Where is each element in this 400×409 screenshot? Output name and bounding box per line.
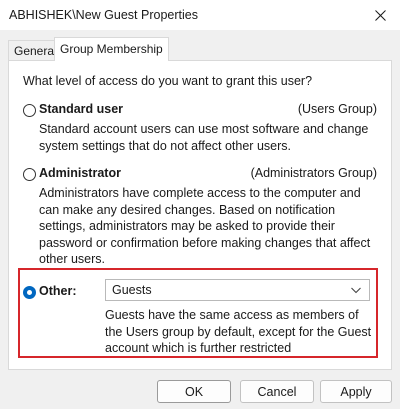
other-label[interactable]: Other: [39, 284, 77, 298]
administrator-group: (Administrators Group) [250, 166, 377, 180]
standard-user-label[interactable]: Standard user [39, 102, 123, 116]
group-select[interactable]: Guests [105, 279, 370, 301]
administrator-radio[interactable] [23, 168, 36, 181]
close-button[interactable] [360, 0, 400, 30]
group-membership-panel: What level of access do you want to gran… [8, 60, 392, 370]
access-question: What level of access do you want to gran… [23, 74, 313, 88]
apply-button-label: Apply [340, 384, 372, 399]
standard-user-group: (Users Group) [297, 102, 377, 116]
window-title: ABHISHEK\New Guest Properties [9, 8, 198, 22]
standard-user-radio[interactable] [23, 104, 36, 117]
close-icon [374, 9, 386, 21]
apply-button[interactable]: Apply [320, 380, 392, 403]
other-description: Guests have the same access as members o… [105, 308, 372, 355]
tab-general-label: General [14, 44, 57, 58]
cancel-button[interactable]: Cancel [240, 380, 314, 403]
chevron-down-icon [351, 287, 361, 294]
group-select-value: Guests [112, 283, 152, 297]
tab-strip: General Group Membership [0, 30, 400, 61]
administrator-label[interactable]: Administrator [39, 166, 121, 180]
tab-group-membership-label: Group Membership [60, 42, 163, 56]
other-radio[interactable] [23, 286, 36, 299]
standard-user-description: Standard account users can use most soft… [39, 122, 369, 153]
tab-group-membership[interactable]: Group Membership [54, 37, 169, 61]
title-bar: ABHISHEK\New Guest Properties [0, 0, 400, 30]
ok-button-label: OK [184, 384, 204, 399]
ok-button[interactable]: OK [157, 380, 231, 403]
administrator-description: Administrators have complete access to t… [39, 186, 371, 266]
cancel-button-label: Cancel [257, 384, 297, 399]
